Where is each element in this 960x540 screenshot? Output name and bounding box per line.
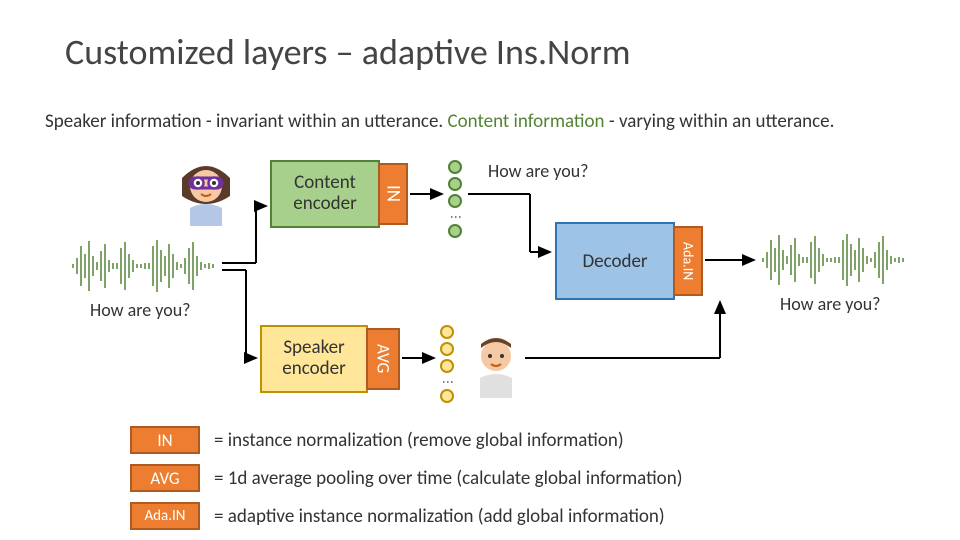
speaker-encoder-label-2: encoder: [282, 359, 345, 380]
output-waveform: [760, 230, 910, 290]
legend-text-avg: = 1d average pooling over time (calculat…: [214, 467, 682, 490]
speaker-vector-icon: ⋮: [440, 325, 454, 403]
content-vector-icon: ⋮: [448, 160, 462, 238]
legend-row-in: IN = instance normalization (remove glob…: [130, 426, 624, 454]
slide-title: Customized layers – adaptive Ins.Norm: [65, 30, 631, 74]
speaker-encoder-block: Speaker encoder: [260, 325, 368, 393]
adain-block: Ada.IN: [673, 226, 703, 296]
slide-subtitle: Speaker information - invariant within a…: [45, 110, 834, 133]
source-speaker-avatar: [178, 160, 234, 226]
avg-block: AVG: [366, 328, 400, 390]
speaker-encoder-label-1: Speaker: [283, 338, 344, 359]
legend-chip-in: IN: [130, 426, 200, 454]
label-how-right: How are you?: [780, 293, 881, 315]
source-waveform: [70, 236, 220, 296]
legend-text-in: = instance normalization (remove global …: [214, 429, 624, 452]
in-block: IN: [378, 163, 408, 225]
content-encoder-block: Content encoder: [270, 160, 380, 228]
content-encoder-label-1: Content: [294, 173, 356, 194]
legend-text-adain: = adaptive instance normalization (add g…: [214, 505, 665, 528]
subtitle-highlight: Content information: [448, 110, 605, 133]
label-how-top: How are you?: [488, 160, 589, 182]
legend-row-avg: AVG = 1d average pooling over time (calc…: [130, 464, 682, 492]
subtitle-part-a: Speaker information - invariant within a…: [45, 110, 448, 133]
label-how-left: How are you?: [90, 299, 191, 321]
subtitle-part-c: - varying within an utterance.: [605, 110, 835, 133]
legend-chip-adain: Ada.IN: [130, 502, 200, 530]
decoder-block: Decoder: [555, 222, 675, 300]
content-encoder-label-2: encoder: [293, 194, 356, 215]
legend-row-adain: Ada.IN = adaptive instance normalization…: [130, 502, 665, 530]
legend-chip-avg: AVG: [130, 464, 200, 492]
target-speaker-avatar: [470, 336, 522, 398]
